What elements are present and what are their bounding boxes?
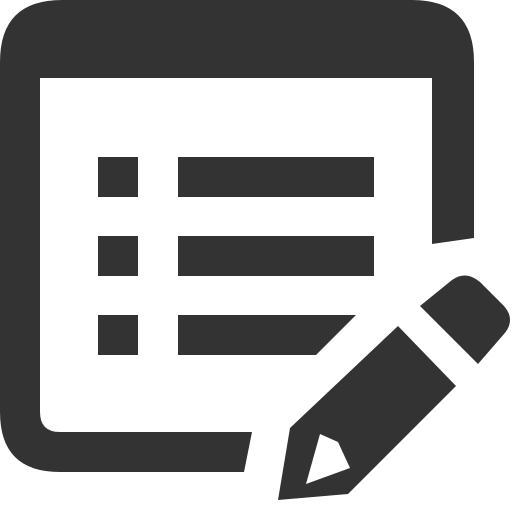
list-lines-icon xyxy=(178,157,374,355)
list-bullet-3 xyxy=(98,315,138,355)
edit-list-icon-canvas xyxy=(0,0,512,512)
list-line-3 xyxy=(178,315,356,355)
pencil-eraser xyxy=(420,275,510,364)
pencil-icon xyxy=(278,275,510,500)
list-line-2 xyxy=(178,236,374,276)
list-bullet-1 xyxy=(98,157,138,197)
list-bullets-icon xyxy=(98,157,138,355)
list-bullet-2 xyxy=(98,236,138,276)
edit-list-icon xyxy=(0,0,510,500)
list-line-1 xyxy=(178,157,374,197)
